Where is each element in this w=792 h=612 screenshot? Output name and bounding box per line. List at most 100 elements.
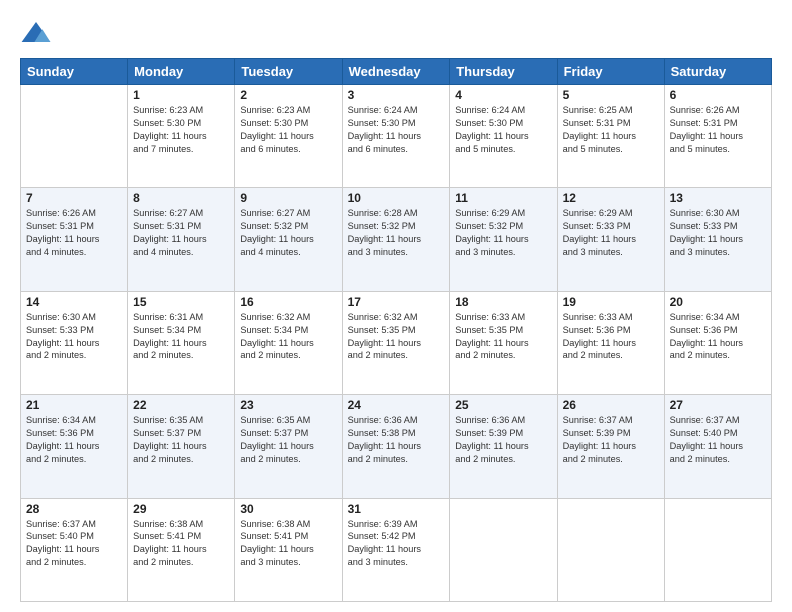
day-number: 22 xyxy=(133,398,229,412)
day-number: 17 xyxy=(348,295,445,309)
day-number: 7 xyxy=(26,191,122,205)
header-day-saturday: Saturday xyxy=(664,59,771,85)
cell-content: Sunrise: 6:39 AM Sunset: 5:42 PM Dayligh… xyxy=(348,518,445,570)
day-number: 2 xyxy=(240,88,336,102)
cell-content: Sunrise: 6:37 AM Sunset: 5:40 PM Dayligh… xyxy=(670,414,766,466)
cell-content: Sunrise: 6:34 AM Sunset: 5:36 PM Dayligh… xyxy=(670,311,766,363)
day-number: 10 xyxy=(348,191,445,205)
calendar-cell: 13Sunrise: 6:30 AM Sunset: 5:33 PM Dayli… xyxy=(664,188,771,291)
calendar-cell: 24 Sunrise: 6:36 AM Sunset: 5:38 PM Dayli… xyxy=(342,395,450,498)
cell-content: Sunrise: 6:36 AM Sunset: 5:38 PM Dayligh… xyxy=(348,414,445,466)
calendar-cell: 27 Sunrise: 6:37 AM Sunset: 5:40 PM Dayli… xyxy=(664,395,771,498)
cell-content: Sunrise: 6:30 AM Sunset: 5:33 PM Dayligh… xyxy=(26,311,122,363)
day-number: 30 xyxy=(240,502,336,516)
day-number: 18 xyxy=(455,295,551,309)
day-number: 4 xyxy=(455,88,551,102)
calendar-cell: 1 Sunrise: 6:23 AM Sunset: 5:30 PM Daylig… xyxy=(128,85,235,188)
cell-content: Sunrise: 6:29 AM Sunset: 5:33 PM Dayligh… xyxy=(563,207,659,259)
calendar-cell: 22 Sunrise: 6:35 AM Sunset: 5:37 PM Dayli… xyxy=(128,395,235,498)
calendar-cell: 10 Sunrise: 6:28 AM Sunset: 5:32 PM Dayli… xyxy=(342,188,450,291)
day-number: 3 xyxy=(348,88,445,102)
day-number: 13 xyxy=(670,191,766,205)
calendar-cell: 16 Sunrise: 6:32 AM Sunset: 5:34 PM Dayli… xyxy=(235,291,342,394)
week-row-1: 7 Sunrise: 6:26 AM Sunset: 5:31 PM Daylig… xyxy=(21,188,772,291)
header-day-thursday: Thursday xyxy=(450,59,557,85)
cell-content: Sunrise: 6:33 AM Sunset: 5:36 PM Dayligh… xyxy=(563,311,659,363)
cell-content: Sunrise: 6:37 AM Sunset: 5:39 PM Dayligh… xyxy=(563,414,659,466)
header-row: SundayMondayTuesdayWednesdayThursdayFrid… xyxy=(21,59,772,85)
calendar-table: SundayMondayTuesdayWednesdayThursdayFrid… xyxy=(20,58,772,602)
day-number: 15 xyxy=(133,295,229,309)
cell-content: Sunrise: 6:33 AM Sunset: 5:35 PM Dayligh… xyxy=(455,311,551,363)
week-row-4: 28 Sunrise: 6:37 AM Sunset: 5:40 PM Dayli… xyxy=(21,498,772,601)
day-number: 5 xyxy=(563,88,659,102)
cell-content: Sunrise: 6:32 AM Sunset: 5:35 PM Dayligh… xyxy=(348,311,445,363)
calendar-cell: 7 Sunrise: 6:26 AM Sunset: 5:31 PM Daylig… xyxy=(21,188,128,291)
day-number: 19 xyxy=(563,295,659,309)
header-day-sunday: Sunday xyxy=(21,59,128,85)
header-day-friday: Friday xyxy=(557,59,664,85)
day-number: 27 xyxy=(670,398,766,412)
day-number: 23 xyxy=(240,398,336,412)
day-number: 24 xyxy=(348,398,445,412)
calendar-cell: 5Sunrise: 6:25 AM Sunset: 5:31 PM Daylig… xyxy=(557,85,664,188)
header-day-wednesday: Wednesday xyxy=(342,59,450,85)
day-number: 21 xyxy=(26,398,122,412)
calendar-cell: 15 Sunrise: 6:31 AM Sunset: 5:34 PM Dayli… xyxy=(128,291,235,394)
calendar-cell: 4 Sunrise: 6:24 AM Sunset: 5:30 PM Daylig… xyxy=(450,85,557,188)
week-row-2: 14 Sunrise: 6:30 AM Sunset: 5:33 PM Dayli… xyxy=(21,291,772,394)
cell-content: Sunrise: 6:28 AM Sunset: 5:32 PM Dayligh… xyxy=(348,207,445,259)
calendar-cell: 17 Sunrise: 6:32 AM Sunset: 5:35 PM Dayli… xyxy=(342,291,450,394)
cell-content: Sunrise: 6:24 AM Sunset: 5:30 PM Dayligh… xyxy=(348,104,445,156)
day-number: 16 xyxy=(240,295,336,309)
cell-content: Sunrise: 6:37 AM Sunset: 5:40 PM Dayligh… xyxy=(26,518,122,570)
day-number: 29 xyxy=(133,502,229,516)
header-day-monday: Monday xyxy=(128,59,235,85)
calendar-cell: 23 Sunrise: 6:35 AM Sunset: 5:37 PM Dayli… xyxy=(235,395,342,498)
calendar-cell: 18 Sunrise: 6:33 AM Sunset: 5:35 PM Dayli… xyxy=(450,291,557,394)
week-row-0: 1 Sunrise: 6:23 AM Sunset: 5:30 PM Daylig… xyxy=(21,85,772,188)
cell-content: Sunrise: 6:35 AM Sunset: 5:37 PM Dayligh… xyxy=(240,414,336,466)
cell-content: Sunrise: 6:36 AM Sunset: 5:39 PM Dayligh… xyxy=(455,414,551,466)
cell-content: Sunrise: 6:23 AM Sunset: 5:30 PM Dayligh… xyxy=(133,104,229,156)
day-number: 31 xyxy=(348,502,445,516)
calendar-cell: 28 Sunrise: 6:37 AM Sunset: 5:40 PM Dayli… xyxy=(21,498,128,601)
cell-content: Sunrise: 6:32 AM Sunset: 5:34 PM Dayligh… xyxy=(240,311,336,363)
calendar-cell xyxy=(664,498,771,601)
calendar-cell: 6 Sunrise: 6:26 AM Sunset: 5:31 PM Daylig… xyxy=(664,85,771,188)
calendar-cell: 9Sunrise: 6:27 AM Sunset: 5:32 PM Daylig… xyxy=(235,188,342,291)
cell-content: Sunrise: 6:35 AM Sunset: 5:37 PM Dayligh… xyxy=(133,414,229,466)
day-number: 25 xyxy=(455,398,551,412)
day-number: 26 xyxy=(563,398,659,412)
day-number: 28 xyxy=(26,502,122,516)
calendar-cell: 30Sunrise: 6:38 AM Sunset: 5:41 PM Dayli… xyxy=(235,498,342,601)
calendar-cell xyxy=(557,498,664,601)
cell-content: Sunrise: 6:27 AM Sunset: 5:32 PM Dayligh… xyxy=(240,207,336,259)
calendar-cell: 19 Sunrise: 6:33 AM Sunset: 5:36 PM Dayli… xyxy=(557,291,664,394)
calendar-cell: 12Sunrise: 6:29 AM Sunset: 5:33 PM Dayli… xyxy=(557,188,664,291)
calendar-cell: 8Sunrise: 6:27 AM Sunset: 5:31 PM Daylig… xyxy=(128,188,235,291)
calendar-cell: 2 Sunrise: 6:23 AM Sunset: 5:30 PM Daylig… xyxy=(235,85,342,188)
cell-content: Sunrise: 6:29 AM Sunset: 5:32 PM Dayligh… xyxy=(455,207,551,259)
day-number: 11 xyxy=(455,191,551,205)
day-number: 14 xyxy=(26,295,122,309)
calendar-cell xyxy=(21,85,128,188)
cell-content: Sunrise: 6:26 AM Sunset: 5:31 PM Dayligh… xyxy=(670,104,766,156)
calendar-cell: 3 Sunrise: 6:24 AM Sunset: 5:30 PM Daylig… xyxy=(342,85,450,188)
cell-content: Sunrise: 6:31 AM Sunset: 5:34 PM Dayligh… xyxy=(133,311,229,363)
calendar-body: 1 Sunrise: 6:23 AM Sunset: 5:30 PM Daylig… xyxy=(21,85,772,602)
day-number: 6 xyxy=(670,88,766,102)
day-number: 20 xyxy=(670,295,766,309)
calendar-cell: 11 Sunrise: 6:29 AM Sunset: 5:32 PM Dayli… xyxy=(450,188,557,291)
calendar-cell: 25 Sunrise: 6:36 AM Sunset: 5:39 PM Dayli… xyxy=(450,395,557,498)
cell-content: Sunrise: 6:27 AM Sunset: 5:31 PM Dayligh… xyxy=(133,207,229,259)
calendar-cell: 26 Sunrise: 6:37 AM Sunset: 5:39 PM Dayli… xyxy=(557,395,664,498)
calendar-cell: 29 Sunrise: 6:38 AM Sunset: 5:41 PM Dayli… xyxy=(128,498,235,601)
calendar-cell: 14 Sunrise: 6:30 AM Sunset: 5:33 PM Dayli… xyxy=(21,291,128,394)
cell-content: Sunrise: 6:26 AM Sunset: 5:31 PM Dayligh… xyxy=(26,207,122,259)
cell-content: Sunrise: 6:38 AM Sunset: 5:41 PM Dayligh… xyxy=(133,518,229,570)
cell-content: Sunrise: 6:23 AM Sunset: 5:30 PM Dayligh… xyxy=(240,104,336,156)
header xyxy=(20,18,772,50)
day-number: 1 xyxy=(133,88,229,102)
cell-content: Sunrise: 6:24 AM Sunset: 5:30 PM Dayligh… xyxy=(455,104,551,156)
